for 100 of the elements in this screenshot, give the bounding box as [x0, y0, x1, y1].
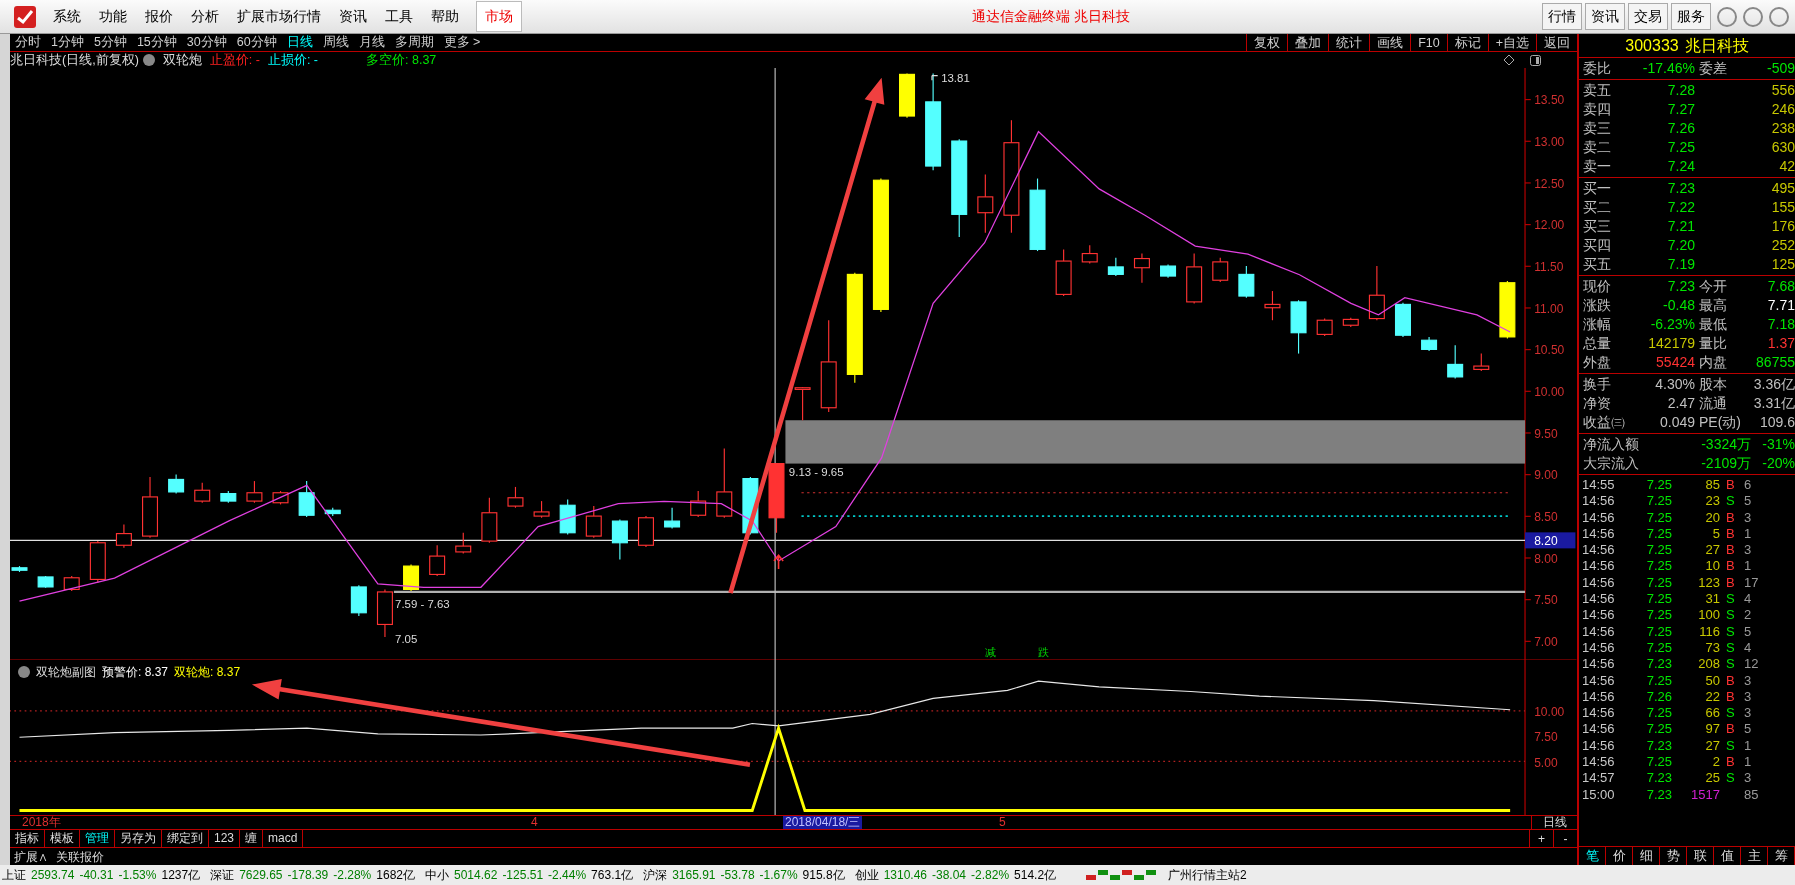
zoom-button[interactable]: -: [1553, 829, 1577, 848]
candlestick: [559, 498, 576, 535]
trade-side: B: [1725, 721, 1736, 738]
period-tab[interactable]: 分时: [10, 33, 46, 52]
period-tab[interactable]: 60分钟: [231, 33, 282, 52]
trade-time: 14:57: [1582, 770, 1616, 787]
candlestick: [324, 507, 341, 517]
trade-count: 5: [1743, 493, 1753, 510]
stop-loss-label: 止损价: -: [267, 51, 319, 69]
quote-label: 现价: [1583, 277, 1612, 296]
chart-tool-button[interactable]: 标记: [1446, 33, 1488, 52]
menu-item[interactable]: 帮助: [422, 6, 468, 27]
close-icon[interactable]: [1769, 6, 1789, 27]
chart-tool-button[interactable]: 统计: [1328, 33, 1370, 52]
index-value: 2593.74: [31, 867, 75, 884]
order-price: 7.26: [1666, 119, 1695, 138]
panel-link[interactable]: 关联报价: [52, 847, 108, 866]
logo-icon: [14, 5, 36, 28]
menu-button[interactable]: 交易: [1628, 3, 1668, 30]
quote-label: 量比: [1698, 334, 1728, 353]
cursor-date-label: 2018/04/18/三: [783, 816, 863, 829]
index-percent: -1.67%: [759, 867, 798, 884]
trade-price: 7.25: [1645, 639, 1672, 657]
candlestick: [1264, 290, 1281, 321]
menu-button[interactable]: 资讯: [1585, 3, 1625, 30]
indicator-tab[interactable]: 指标: [10, 830, 45, 847]
market-tab[interactable]: 市场: [476, 1, 522, 32]
quote-label: 涨跌: [1583, 296, 1612, 315]
minimize-icon[interactable]: [1717, 6, 1737, 27]
trade-side: S: [1725, 737, 1736, 755]
indicator-tab[interactable]: macd: [263, 830, 304, 847]
candlestick: [1081, 244, 1098, 265]
index-percent: -2.82%: [971, 867, 1010, 884]
dropdown-icon[interactable]: [142, 54, 155, 66]
menu-button[interactable]: 服务: [1671, 3, 1711, 30]
period-tab[interactable]: 月线: [353, 33, 390, 52]
trade-count: 3: [1743, 672, 1753, 689]
menu-item[interactable]: 工具: [376, 6, 422, 27]
quote-label: 收益㈢: [1583, 413, 1623, 432]
dropdown-icon[interactable]: [18, 666, 30, 678]
period-tab[interactable]: 多周期: [389, 33, 439, 52]
period-tab[interactable]: 周线: [317, 33, 354, 52]
trade-count: 3: [1743, 705, 1753, 722]
chart-tool-button[interactable]: 返回: [1536, 33, 1577, 52]
candlestick: [63, 575, 80, 592]
index-change: -40.31: [79, 867, 114, 884]
quote-label: 涨幅: [1583, 315, 1612, 334]
trade-price: 7.25: [1645, 509, 1672, 526]
diamond-icon: [1504, 55, 1514, 65]
period-tab[interactable]: 更多 >: [438, 33, 486, 52]
fund-flow-amount: -2109万: [1700, 454, 1751, 473]
quote-label: 委比: [1583, 59, 1612, 78]
indicator-tab[interactable]: 缠: [240, 830, 264, 847]
candlestick: [1186, 253, 1203, 305]
menu-item[interactable]: 报价: [136, 6, 182, 27]
up-arrow-icon: [773, 553, 784, 570]
menu-button[interactable]: 行情: [1542, 3, 1582, 30]
indicator-tab[interactable]: 123: [209, 830, 241, 847]
trade-side: S: [1725, 656, 1736, 673]
chart-tool-button[interactable]: F10: [1410, 33, 1447, 52]
trade-count: 3: [1743, 542, 1753, 559]
indicator-tab[interactable]: 绑定到: [162, 830, 209, 847]
menu-item[interactable]: 扩展市场行情: [228, 6, 330, 27]
index-name: 深证: [210, 867, 235, 884]
fund-flow-label: 净流入额: [1583, 435, 1640, 454]
chart-tool-button[interactable]: +自选: [1487, 33, 1536, 52]
period-tab[interactable]: 5分钟: [88, 33, 132, 52]
period-tab[interactable]: 30分钟: [181, 33, 232, 52]
quote-value: 86755: [1755, 353, 1795, 372]
indicator-tab[interactable]: 管理: [80, 830, 115, 847]
quote-value: -509: [1765, 59, 1795, 78]
indicator-tab[interactable]: 模板: [45, 830, 80, 847]
candlestick: [194, 482, 211, 504]
chart-tool-button[interactable]: 复权: [1246, 33, 1288, 52]
period-tab[interactable]: 15分钟: [131, 33, 182, 52]
trade-volume: 27: [1704, 542, 1720, 559]
trade-price: 7.25: [1645, 705, 1672, 722]
menu-item[interactable]: 系统: [44, 6, 90, 27]
order-level-label: 买四: [1583, 236, 1612, 255]
maximize-icon[interactable]: [1743, 6, 1763, 27]
period-tab[interactable]: 1分钟: [46, 33, 89, 52]
quote-value: 0.049: [1658, 413, 1695, 432]
trade-time: 14:56: [1582, 705, 1616, 722]
period-tab[interactable]: 日线: [281, 33, 318, 52]
menu-item[interactable]: 资讯: [330, 6, 376, 27]
index-turnover: 915.8亿: [802, 867, 845, 884]
panel-link[interactable]: 扩展∧: [10, 847, 52, 866]
warning-price-label: 预警价: 8.37: [102, 664, 169, 681]
trade-time: 14:56: [1582, 493, 1616, 510]
candlestick: [1055, 248, 1072, 297]
trade-time: 14:56: [1582, 721, 1616, 738]
menu-item[interactable]: 分析: [182, 6, 228, 27]
indicator-tab[interactable]: 另存为: [115, 830, 162, 847]
zoom-button[interactable]: +: [1529, 829, 1553, 848]
chart-tool-button[interactable]: 叠加: [1287, 33, 1329, 52]
quote-value: 109.6: [1758, 413, 1795, 432]
trade-time: 14:56: [1582, 639, 1616, 657]
menu-item[interactable]: 功能: [90, 6, 136, 27]
candlestick: [481, 497, 498, 544]
chart-tool-button[interactable]: 画线: [1369, 33, 1411, 52]
